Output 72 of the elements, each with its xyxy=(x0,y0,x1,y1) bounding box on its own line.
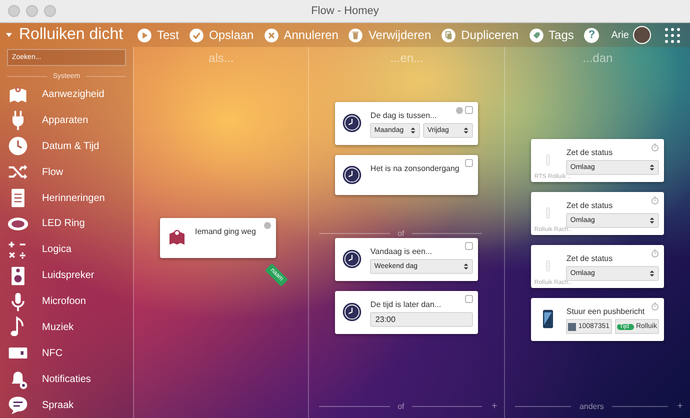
card-title: Iemand ging weg xyxy=(195,227,257,236)
invert-checkbox[interactable] xyxy=(465,106,474,114)
caret-icon xyxy=(6,33,12,37)
column-heading: ...dan xyxy=(582,51,613,65)
copy-icon xyxy=(441,28,456,42)
divider-label: anders xyxy=(579,402,604,411)
card-title: Zet de status xyxy=(566,201,614,210)
invert-checkbox[interactable] xyxy=(465,242,474,250)
trash-icon xyxy=(348,28,364,42)
clock-icon xyxy=(7,135,29,158)
sidebar-item[interactable]: Datum & Tijd xyxy=(7,133,126,160)
sidebar-item[interactable]: Herinneringen xyxy=(7,185,126,212)
sidebar-item[interactable]: Spraak xyxy=(7,392,126,418)
clock-icon xyxy=(342,164,362,184)
clock-icon xyxy=(342,113,362,133)
apps-grid-icon[interactable] xyxy=(665,28,680,42)
check-icon xyxy=(189,28,204,42)
add-button[interactable]: + xyxy=(676,401,684,412)
sidebar-item[interactable]: Luidspreker xyxy=(7,262,126,289)
invert-checkbox[interactable] xyxy=(465,295,474,303)
avatar[interactable] xyxy=(633,26,651,44)
divider-label: of xyxy=(398,229,404,238)
sidebar-item[interactable]: Microfoon xyxy=(7,288,126,315)
add-button[interactable]: + xyxy=(490,401,498,412)
updown-arrows-icon xyxy=(410,126,416,135)
minimize-window-button[interactable] xyxy=(26,5,38,17)
maximize-window-button[interactable] xyxy=(44,5,56,17)
sidebar-item[interactable]: Flow xyxy=(7,159,126,186)
card-title: Het is na zonsondergang xyxy=(370,164,460,173)
close-window-button[interactable] xyxy=(8,5,20,17)
map-icon xyxy=(167,228,187,248)
user-avatar xyxy=(568,322,576,330)
stopwatch-icon xyxy=(651,302,659,311)
flow-card[interactable]: De tijd is later dan... 23:00 xyxy=(335,291,478,334)
updown-arrows-icon xyxy=(649,163,655,172)
card-title: De dag is tussen... xyxy=(370,111,438,120)
updown-arrows-icon xyxy=(649,269,655,278)
speech-bubble-icon xyxy=(7,394,29,416)
updown-arrows-icon xyxy=(649,216,655,225)
sidebar-item[interactable]: NFC xyxy=(7,340,126,366)
info-icon[interactable] xyxy=(264,222,272,229)
stopwatch-icon xyxy=(651,196,659,205)
clock-icon xyxy=(342,249,362,269)
time-input-field[interactable]: 23:00 xyxy=(370,312,474,327)
close-icon xyxy=(264,28,279,42)
column-heading: ...en... xyxy=(390,51,424,65)
sidebar-item[interactable]: Logica xyxy=(7,236,126,263)
help-button[interactable]: ? xyxy=(584,28,600,42)
card-title: De tijd is later dan... xyxy=(370,300,442,309)
flow-card[interactable]: Het is na zonsondergang xyxy=(335,155,478,195)
user-name: Arie xyxy=(611,30,629,40)
stopwatch-icon xyxy=(651,143,659,152)
sidebar-item[interactable]: Notificaties xyxy=(7,366,126,392)
updown-arrows-icon xyxy=(463,262,470,271)
sidebar-item[interactable]: Muziek xyxy=(7,314,126,340)
stopwatch-icon xyxy=(651,249,659,258)
tag-icon xyxy=(528,28,544,42)
window-title: Flow - Homey xyxy=(311,5,379,17)
tags-button[interactable]: Tags xyxy=(528,28,574,42)
divider-label: of xyxy=(398,402,404,411)
card-title: Zet de status xyxy=(566,254,614,263)
info-icon[interactable] xyxy=(456,106,464,114)
flow-card[interactable]: Iemand ging weg xyxy=(160,218,276,258)
invert-checkbox[interactable] xyxy=(465,159,474,167)
play-icon xyxy=(137,28,152,42)
sidebar-item[interactable]: LED Ring xyxy=(7,211,126,237)
updown-arrows-icon xyxy=(463,126,470,135)
card-title: Zet de status xyxy=(566,148,614,157)
card-title: Stuur een pushbericht xyxy=(566,307,646,316)
column-heading: als... xyxy=(208,51,234,65)
clock-icon xyxy=(342,302,362,322)
card-title: Vandaag is een... xyxy=(370,247,434,256)
